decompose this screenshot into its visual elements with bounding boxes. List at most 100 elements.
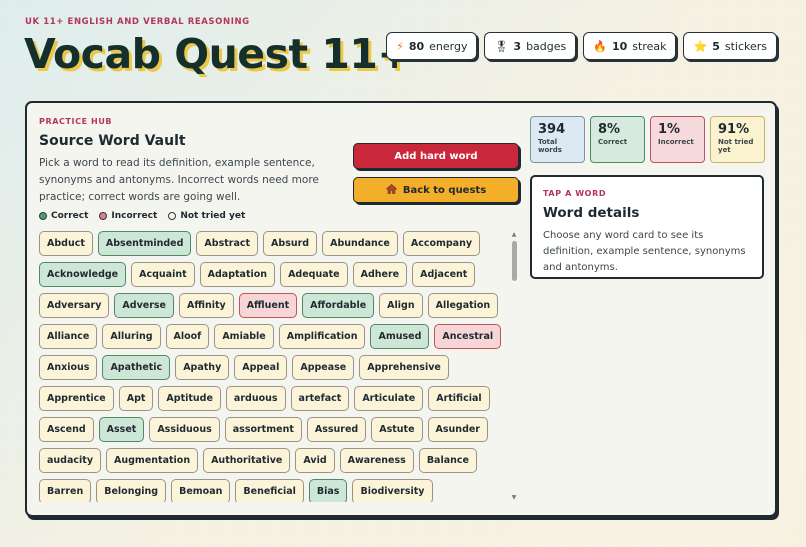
word-chip[interactable]: Amplification <box>278 324 366 349</box>
back-to-quests-label: Back to quests <box>402 184 487 196</box>
scroll-thumb[interactable] <box>512 241 517 281</box>
back-to-quests-button[interactable]: Back to quests <box>353 177 519 203</box>
word-chip[interactable]: artefact <box>290 386 350 411</box>
stat-badges[interactable]: 🎖 3 badges <box>484 32 577 60</box>
metric-incorrect-value: 1% <box>658 122 681 137</box>
metric-correct-value: 8% <box>598 122 621 137</box>
word-chip[interactable]: Adaptation <box>199 262 276 287</box>
word-chip[interactable]: Awareness <box>339 448 414 473</box>
hub-title: Source Word Vault <box>39 133 186 149</box>
details-title: Word details <box>543 205 640 221</box>
scroll-down-arrow-icon[interactable]: ▼ <box>510 494 518 502</box>
word-chip[interactable]: Apathy <box>175 355 230 380</box>
word-chip[interactable]: Biodiversity <box>352 479 433 502</box>
stat-streak-label: streak <box>632 39 667 53</box>
word-chip[interactable]: Asset <box>98 417 145 442</box>
metric-not-tried-value: 91% <box>718 122 750 137</box>
word-chip[interactable]: Apprehensive <box>359 355 449 380</box>
word-chip[interactable]: Belonging <box>96 479 167 502</box>
word-chip[interactable]: Ancestral <box>434 324 502 349</box>
word-chip[interactable]: Barren <box>39 479 92 502</box>
word-chip[interactable]: Affordable <box>302 293 375 318</box>
word-chip[interactable]: Bias <box>308 479 348 502</box>
word-chip[interactable]: Asunder <box>427 417 488 442</box>
word-chip[interactable]: Assured <box>306 417 367 442</box>
word-chip[interactable]: Appease <box>292 355 355 380</box>
stats-bar: ⚡ 80 energy 🎖 3 badges 🔥 10 streak ⭐ 5 s… <box>386 32 777 60</box>
add-hard-word-button[interactable]: Add hard word <box>353 143 519 169</box>
word-chip[interactable]: audacity <box>39 448 102 473</box>
metric-correct: 8% Correct <box>590 116 645 163</box>
hub-eyebrow: PRACTICE HUB <box>39 117 113 126</box>
word-chip[interactable]: Assiduous <box>149 417 220 442</box>
word-chip[interactable]: Absurd <box>263 231 318 256</box>
details-body: Choose any word card to see its definiti… <box>543 230 746 273</box>
vault-scrollbar[interactable]: ▲ ▼ <box>510 231 518 502</box>
word-chip[interactable]: Abduct <box>39 231 93 256</box>
legend-untried: Not tried yet <box>168 211 245 221</box>
word-chip[interactable]: Astute <box>371 417 423 442</box>
medal-icon: 🎖 <box>494 39 509 53</box>
bolt-icon: ⚡ <box>396 39 404 53</box>
word-chip[interactable]: Acquaint <box>131 262 195 287</box>
word-chip[interactable]: Apt <box>118 386 154 411</box>
stat-stickers[interactable]: ⭐ 5 stickers <box>683 32 777 60</box>
stat-energy-value: 80 <box>408 39 425 53</box>
word-chip[interactable]: Adversary <box>39 293 110 318</box>
word-chip[interactable]: Adverse <box>114 293 174 318</box>
practice-hub-panel: PRACTICE HUB Source Word Vault Pick a wo… <box>25 101 777 517</box>
status-legend: Correct Incorrect Not tried yet <box>39 211 245 221</box>
word-chip[interactable]: Adequate <box>280 262 348 287</box>
word-chip[interactable]: Articulate <box>354 386 424 411</box>
word-chip[interactable]: Authoritative <box>203 448 291 473</box>
word-chip[interactable]: Affinity <box>179 293 234 318</box>
word-chip[interactable]: Adhere <box>352 262 408 287</box>
metric-correct-label: Correct <box>598 138 628 146</box>
word-chip[interactable]: Affluent <box>238 293 298 318</box>
stat-badges-value: 3 <box>513 39 522 53</box>
word-chip[interactable]: Alluring <box>102 324 161 349</box>
word-chip[interactable]: assortment <box>224 417 302 442</box>
metric-incorrect-label: Incorrect <box>658 138 694 146</box>
word-chip[interactable]: Abstract <box>196 231 259 256</box>
word-chip[interactable]: Accompany <box>402 231 481 256</box>
word-chip[interactable]: Acknowledge <box>39 262 127 287</box>
metrics-row: 394 Total words 8% Correct 1% Incorrect … <box>530 116 765 163</box>
word-chip[interactable]: Bemoan <box>171 479 231 502</box>
word-chip[interactable]: Ascend <box>39 417 94 442</box>
word-chip[interactable]: Alliance <box>39 324 98 349</box>
word-chip[interactable]: Aloof <box>165 324 210 349</box>
word-chips: Abduct Absentminded Abstract Absurd Abundanc… <box>39 231 509 502</box>
stat-energy[interactable]: ⚡ 80 energy <box>386 32 478 60</box>
word-chip[interactable]: Align <box>379 293 423 318</box>
word-chip[interactable]: Adjacent <box>412 262 476 287</box>
metric-total-value: 394 <box>538 122 566 137</box>
word-chip[interactable]: Apprentice <box>39 386 114 411</box>
word-chip[interactable]: Apathetic <box>102 355 171 380</box>
scroll-up-arrow-icon[interactable]: ▲ <box>510 231 518 239</box>
word-chip[interactable]: Augmentation <box>106 448 199 473</box>
word-chip[interactable]: Beneficial <box>235 479 304 502</box>
word-vault-list[interactable]: Abduct Absentminded Abstract Absurd Abundanc… <box>39 231 509 502</box>
word-chip[interactable]: arduous <box>225 386 286 411</box>
untried-dot-icon <box>168 212 177 220</box>
star-icon: ⭐ <box>693 39 708 53</box>
word-chip[interactable]: Anxious <box>39 355 98 380</box>
word-chip[interactable]: Avid <box>295 448 335 473</box>
word-chip[interactable]: Appeal <box>234 355 288 380</box>
metric-not-tried-label: Not tried yet <box>718 138 754 154</box>
word-chip[interactable]: Aptitude <box>158 386 221 411</box>
word-chip[interactable]: Amused <box>370 324 430 349</box>
word-chip[interactable]: Amiable <box>214 324 274 349</box>
stat-streak[interactable]: 🔥 10 streak <box>583 32 677 60</box>
legend-correct: Correct <box>39 211 88 221</box>
word-chip[interactable]: Abundance <box>322 231 398 256</box>
word-chip[interactable]: Absentminded <box>97 231 192 256</box>
word-chip[interactable]: Artificial <box>428 386 490 411</box>
app-title: Vocab Quest 11+ <box>24 30 412 78</box>
metric-total-words: 394 Total words <box>530 116 585 163</box>
word-chip[interactable]: Balance <box>418 448 477 473</box>
flame-icon: 🔥 <box>593 39 607 53</box>
word-chip[interactable]: Allegation <box>427 293 499 318</box>
metric-total-label: Total words <box>538 138 562 154</box>
